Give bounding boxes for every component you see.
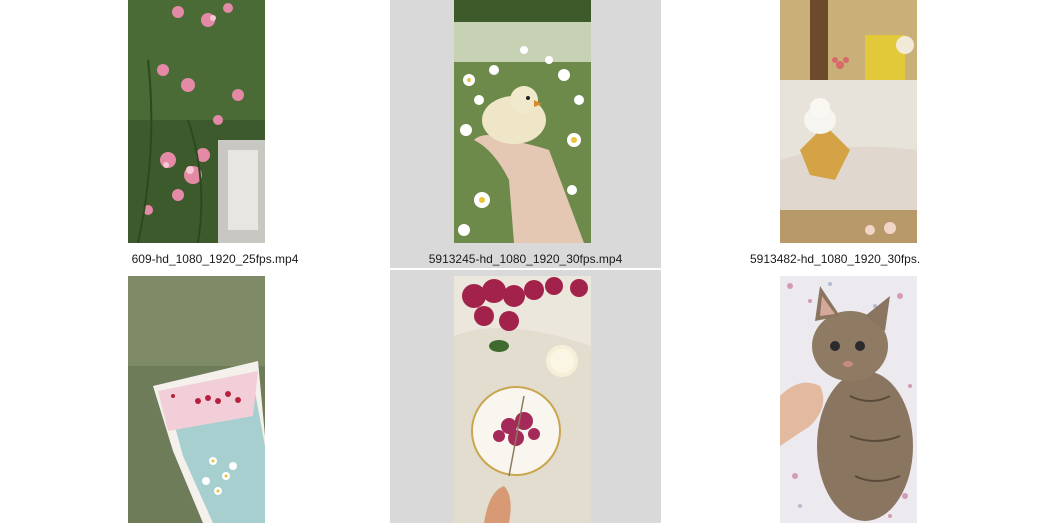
selection-divider xyxy=(390,268,661,270)
chick-daisies-icon xyxy=(454,0,591,243)
video-thumbnail-lilac-plate[interactable] xyxy=(454,276,591,523)
file-item-4[interactable] xyxy=(125,272,305,523)
lavender-tray-icon xyxy=(128,276,265,523)
lilac-plate-icon xyxy=(454,276,591,523)
kitten-icon xyxy=(780,276,917,523)
file-name: 5913245-hd_1080_1920_30fps.mp4 xyxy=(428,252,623,266)
file-item-5[interactable] xyxy=(390,272,661,523)
file-item-2[interactable]: 5913245-hd_1080_1920_30fps.mp4 xyxy=(390,0,661,268)
file-name: 609-hd_1080_1920_25fps.mp4 xyxy=(131,252,299,266)
video-thumbnail-kitten[interactable] xyxy=(780,276,917,523)
video-thumbnail-pink-flowers[interactable] xyxy=(128,0,265,243)
file-name: 5913482-hd_1080_1920_30fps.mp4 xyxy=(750,252,920,266)
file-item-3[interactable]: 5913482-hd_1080_1920_30fps.mp4 xyxy=(750,0,920,268)
video-thumbnail-lamb-picnic[interactable] xyxy=(780,0,917,243)
video-thumbnail-chick-daisies[interactable] xyxy=(454,0,591,243)
pink-flowers-icon xyxy=(128,0,265,243)
video-thumbnail-lavender-tray[interactable] xyxy=(128,276,265,523)
file-item-1[interactable]: 609-hd_1080_1920_25fps.mp4 xyxy=(125,0,305,268)
lamb-picnic-icon xyxy=(780,0,917,243)
file-item-6[interactable] xyxy=(750,272,920,523)
